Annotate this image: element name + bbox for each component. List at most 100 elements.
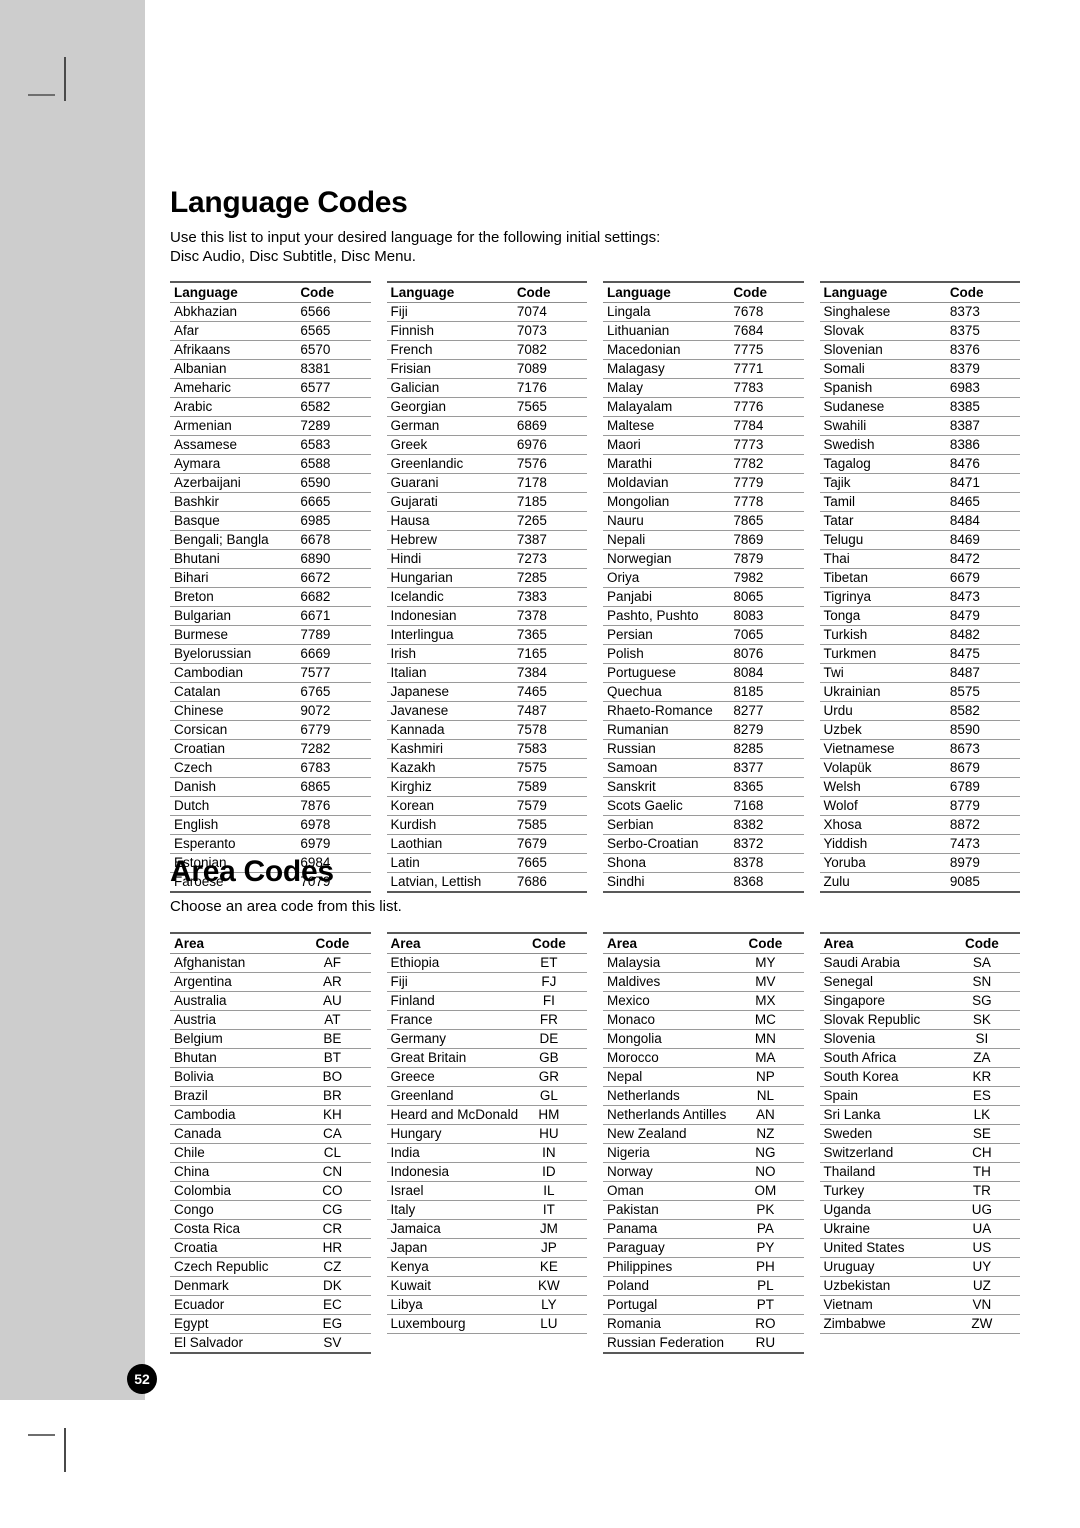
table-row: Colombia CO <box>170 1181 371 1201</box>
cell-name: Nauru <box>603 511 730 531</box>
cell-code: 6865 <box>296 777 371 797</box>
cell-code: SV <box>306 1333 371 1354</box>
table-row: Urdu 8582 <box>819 701 1020 721</box>
table-row: Nauru 7865 <box>603 511 804 531</box>
cell-name: Nigeria <box>603 1143 740 1163</box>
table-row: Kannada 7578 <box>386 720 587 740</box>
table-row: Luxembourg LU <box>386 1314 587 1334</box>
cell-name: Uzbek <box>819 720 946 740</box>
table-row: Saudi Arabia SA <box>819 953 1020 973</box>
cell-name: Ameharic <box>170 378 297 398</box>
cell-code: 6577 <box>296 378 371 398</box>
cell-code: 7879 <box>729 549 804 569</box>
cell-code: CG <box>306 1200 371 1220</box>
cell-code: 6783 <box>296 758 371 778</box>
cell-code: AT <box>306 1010 371 1030</box>
table-row: Sri Lanka LK <box>819 1105 1020 1125</box>
table-row: Panjabi 8065 <box>603 587 804 607</box>
table-row: Indonesia ID <box>386 1162 587 1182</box>
cell-code: SE <box>955 1124 1020 1144</box>
cell-code: CN <box>306 1162 371 1182</box>
table-row: Laothian 7679 <box>386 834 587 854</box>
cell-name: Romania <box>603 1314 740 1334</box>
column-header-code: Code <box>296 281 371 303</box>
cell-code: RO <box>739 1314 804 1334</box>
cell-name: Albanian <box>170 359 297 379</box>
cell-name: Brazil <box>170 1086 307 1106</box>
cell-name: Portuguese <box>603 663 730 683</box>
table-row: Nepal NP <box>603 1067 804 1087</box>
cell-name: Sudanese <box>819 397 946 417</box>
cell-name: Azerbaijani <box>170 473 297 493</box>
table-row: Galician 7176 <box>386 378 587 398</box>
page-content: Language Codes Use this list to input yo… <box>145 0 1080 1528</box>
cell-code: FI <box>522 991 587 1011</box>
cell-name: Hungary <box>386 1124 523 1144</box>
cell-code: 8387 <box>945 416 1020 436</box>
cell-name: Korean <box>386 796 513 816</box>
cell-code: 6890 <box>296 549 371 569</box>
table-row: Pashto, Pushto 8083 <box>603 606 804 626</box>
table-row: Polish 8076 <box>603 644 804 664</box>
cell-name: Finnish <box>386 321 513 341</box>
cell-code: 7265 <box>512 511 587 531</box>
cell-code: 6588 <box>296 454 371 474</box>
cell-code: 8471 <box>945 473 1020 493</box>
table-row: Zimbabwe ZW <box>819 1314 1020 1334</box>
cell-code: SA <box>955 953 1020 973</box>
cell-code: MY <box>739 953 804 973</box>
table-row: United States US <box>819 1238 1020 1258</box>
cell-name: Mongolian <box>603 492 730 512</box>
cell-code: 7869 <box>729 530 804 550</box>
cell-name: Urdu <box>819 701 946 721</box>
cell-code: ZA <box>955 1048 1020 1068</box>
cell-code: DE <box>522 1029 587 1049</box>
cell-name: United States <box>819 1238 956 1258</box>
cell-code: 8365 <box>729 777 804 797</box>
table-row: Egypt EG <box>170 1314 371 1334</box>
cell-code: 7576 <box>512 454 587 474</box>
table-row: Czech Republic CZ <box>170 1257 371 1277</box>
table-row: Sweden SE <box>819 1124 1020 1144</box>
table-row: Congo CG <box>170 1200 371 1220</box>
table-row: Italian 7384 <box>386 663 587 683</box>
cell-code: 7168 <box>729 796 804 816</box>
table-row: Slovak 8375 <box>819 321 1020 341</box>
cell-code: 6582 <box>296 397 371 417</box>
cell-code: TH <box>955 1162 1020 1182</box>
cell-code: BR <box>306 1086 371 1106</box>
table-row: Senegal SN <box>819 972 1020 992</box>
cell-code: AN <box>739 1105 804 1125</box>
cell-name: Maltese <box>603 416 730 436</box>
column-header-code: Code <box>306 932 371 954</box>
cell-name: Egypt <box>170 1314 307 1334</box>
language-codes-title: Language Codes <box>170 186 408 219</box>
cell-code: HM <box>522 1105 587 1125</box>
table-row: Hebrew 7387 <box>386 530 587 550</box>
cell-name: Frisian <box>386 359 513 379</box>
table-header-row: Language Code <box>170 281 371 303</box>
cell-code: NO <box>739 1162 804 1182</box>
cell-name: Maori <box>603 435 730 455</box>
cell-code: 7465 <box>512 682 587 702</box>
cell-name: Japanese <box>386 682 513 702</box>
cell-name: Fiji <box>386 972 523 992</box>
cell-name: Nepal <box>603 1067 740 1087</box>
cell-code: UY <box>955 1257 1020 1277</box>
table-row: Javanese 7487 <box>386 701 587 721</box>
cell-code: 7679 <box>512 834 587 854</box>
table-row: Malagasy 7771 <box>603 359 804 379</box>
cell-code: MN <box>739 1029 804 1049</box>
table-row: Uganda UG <box>819 1200 1020 1220</box>
cell-name: Greece <box>386 1067 523 1087</box>
table-row: Fiji FJ <box>386 972 587 992</box>
table-row: Maldives MV <box>603 972 804 992</box>
table-row: China CN <box>170 1162 371 1182</box>
table-row: English 6978 <box>170 815 371 835</box>
cell-code: GR <box>522 1067 587 1087</box>
cell-code: 7185 <box>512 492 587 512</box>
cell-name: Hindi <box>386 549 513 569</box>
cell-name: Cambodian <box>170 663 297 683</box>
cell-name: Kazakh <box>386 758 513 778</box>
table-row: Guarani 7178 <box>386 473 587 493</box>
